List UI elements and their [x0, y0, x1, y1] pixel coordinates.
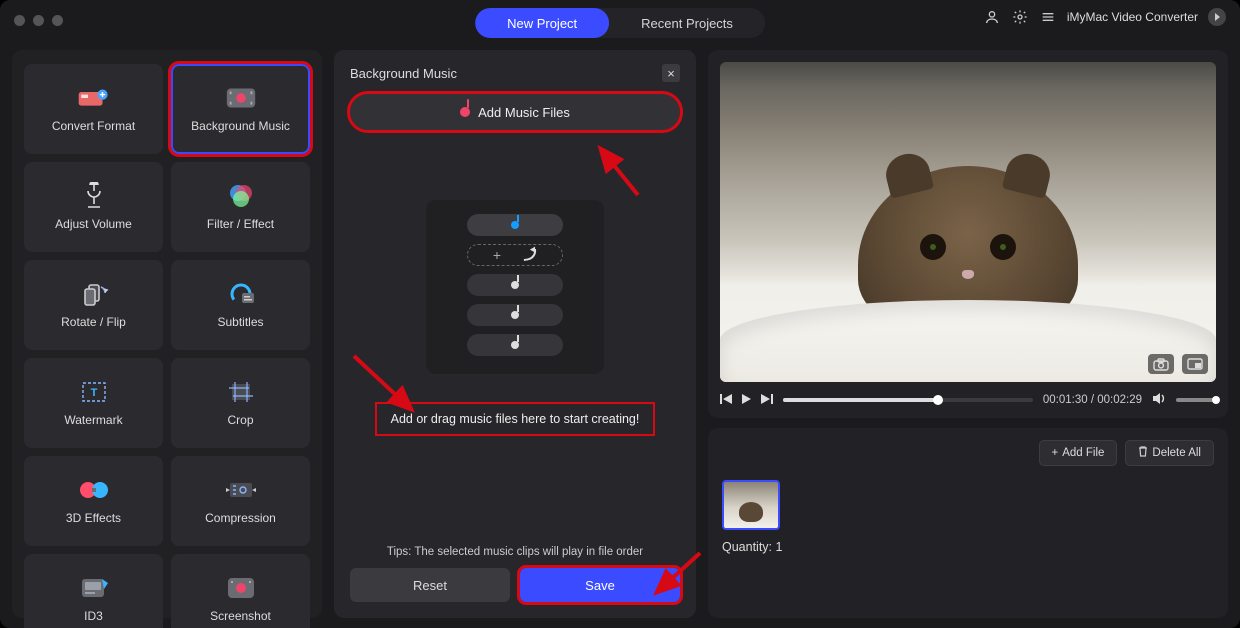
- background-music-panel: Background Music × Add Music Files + Add…: [334, 50, 696, 618]
- trash-icon: [1138, 446, 1148, 460]
- minimize-window-dot[interactable]: [33, 15, 44, 26]
- add-file-button[interactable]: +Add File: [1039, 440, 1118, 466]
- compression-icon: [224, 477, 258, 503]
- add-music-files-button[interactable]: Add Music Files: [350, 94, 680, 130]
- tool-label: Compression: [205, 511, 276, 525]
- filter-effect-icon: [224, 183, 258, 209]
- settings-icon[interactable]: [1011, 8, 1029, 26]
- screenshot-icon: [224, 575, 258, 601]
- annotation-arrow: [588, 140, 648, 205]
- window-controls: [14, 15, 63, 26]
- tool-label: Subtitles: [217, 315, 263, 329]
- watermark-icon: T: [77, 379, 111, 405]
- tool-label: Watermark: [64, 413, 122, 427]
- right-panel: 00:01:30 / 00:02:29 +Add File Delete All…: [708, 50, 1228, 618]
- tool-label: Rotate / Flip: [61, 315, 126, 329]
- tool-label: Adjust Volume: [55, 217, 132, 231]
- tool-label: Convert Format: [52, 119, 135, 133]
- tool-background-music[interactable]: Background Music: [171, 64, 310, 154]
- time-display: 00:01:30 / 00:02:29: [1043, 394, 1142, 406]
- tab-new-project[interactable]: New Project: [475, 8, 609, 38]
- tool-id3[interactable]: ID3: [24, 554, 163, 628]
- tool-rotate-flip[interactable]: Rotate / Flip: [24, 260, 163, 350]
- drag-hint-text: Add or drag music files here to start cr…: [375, 402, 656, 436]
- plus-icon: +: [493, 247, 501, 263]
- tool-screenshot[interactable]: Screenshot: [171, 554, 310, 628]
- convert-format-icon: [77, 85, 111, 111]
- titlebar: New Project Recent Projects iMyMac Video…: [0, 0, 1240, 40]
- music-note-icon: [511, 281, 519, 289]
- tab-recent-projects[interactable]: Recent Projects: [609, 8, 765, 38]
- tool-label: Screenshot: [210, 609, 271, 623]
- music-slot-3[interactable]: [467, 304, 563, 326]
- next-button[interactable]: [760, 393, 773, 408]
- panel-buttons: Reset Save: [350, 568, 680, 602]
- fullscreen-icon[interactable]: [1182, 354, 1208, 374]
- tool-convert-format[interactable]: Convert Format: [24, 64, 163, 154]
- crop-icon: [224, 379, 258, 405]
- video-preview[interactable]: [720, 62, 1216, 382]
- close-window-dot[interactable]: [14, 15, 25, 26]
- music-slot-2[interactable]: [467, 274, 563, 296]
- menu-icon[interactable]: [1039, 8, 1057, 26]
- 3d-effects-icon: [77, 477, 111, 503]
- music-slot-1[interactable]: [467, 214, 563, 236]
- file-thumbnail[interactable]: [722, 480, 780, 530]
- account-icon[interactable]: [983, 8, 1001, 26]
- play-button[interactable]: [741, 393, 752, 408]
- music-note-icon: [511, 221, 519, 229]
- tool-watermark[interactable]: T Watermark: [24, 358, 163, 448]
- zoom-window-dot[interactable]: [52, 15, 63, 26]
- header-right: iMyMac Video Converter: [983, 8, 1226, 26]
- tool-compression[interactable]: Compression: [171, 456, 310, 546]
- app-badge-icon: [1208, 8, 1226, 26]
- app-name: iMyMac Video Converter: [1067, 10, 1198, 24]
- tool-label: Background Music: [191, 119, 290, 133]
- seek-bar[interactable]: [783, 398, 1033, 402]
- app-window: New Project Recent Projects iMyMac Video…: [0, 0, 1240, 628]
- player-controls: 00:01:30 / 00:02:29: [720, 392, 1216, 408]
- project-tabs: New Project Recent Projects: [475, 8, 765, 38]
- delete-all-button[interactable]: Delete All: [1125, 440, 1214, 466]
- tool-adjust-volume[interactable]: Adjust Volume: [24, 162, 163, 252]
- tool-label: ID3: [84, 609, 103, 623]
- save-button[interactable]: Save: [520, 568, 680, 602]
- adjust-volume-icon: [77, 183, 111, 209]
- music-note-icon: [511, 311, 519, 319]
- id3-icon: [77, 575, 111, 601]
- volume-icon[interactable]: [1152, 392, 1166, 408]
- subtitles-icon: [224, 281, 258, 307]
- tool-label: 3D Effects: [66, 511, 121, 525]
- quantity-display: Quantity: 1: [722, 540, 1214, 554]
- tool-crop[interactable]: Crop: [171, 358, 310, 448]
- music-slot-add[interactable]: +: [467, 244, 563, 266]
- video-preview-box: 00:01:30 / 00:02:29: [708, 50, 1228, 418]
- music-slots-box: +: [426, 200, 604, 374]
- tool-subtitles[interactable]: Subtitles: [171, 260, 310, 350]
- reset-button[interactable]: Reset: [350, 568, 510, 602]
- plus-icon: +: [1052, 447, 1059, 459]
- tool-label: Filter / Effect: [207, 217, 274, 231]
- panel-title: Background Music: [350, 66, 457, 81]
- tool-label: Crop: [227, 413, 253, 427]
- background-music-icon: [224, 85, 258, 111]
- volume-slider[interactable]: [1176, 398, 1216, 402]
- files-panel: +Add File Delete All Quantity: 1: [708, 428, 1228, 618]
- drag-arrow-icon: [522, 249, 538, 261]
- tool-filter-effect[interactable]: Filter / Effect: [171, 162, 310, 252]
- rotate-flip-icon: [77, 281, 111, 307]
- tools-panel: Convert Format Background Music Adjust V…: [12, 50, 322, 618]
- prev-button[interactable]: [720, 393, 733, 408]
- close-panel-button[interactable]: ×: [662, 64, 680, 82]
- tips-text: Tips: The selected music clips will play…: [350, 546, 680, 558]
- music-note-icon: [511, 341, 519, 349]
- snapshot-icon[interactable]: [1148, 354, 1174, 374]
- add-music-label: Add Music Files: [478, 105, 570, 120]
- tool-3d-effects[interactable]: 3D Effects: [24, 456, 163, 546]
- music-slot-4[interactable]: [467, 334, 563, 356]
- svg-text:T: T: [90, 387, 97, 399]
- music-note-icon: [460, 107, 470, 117]
